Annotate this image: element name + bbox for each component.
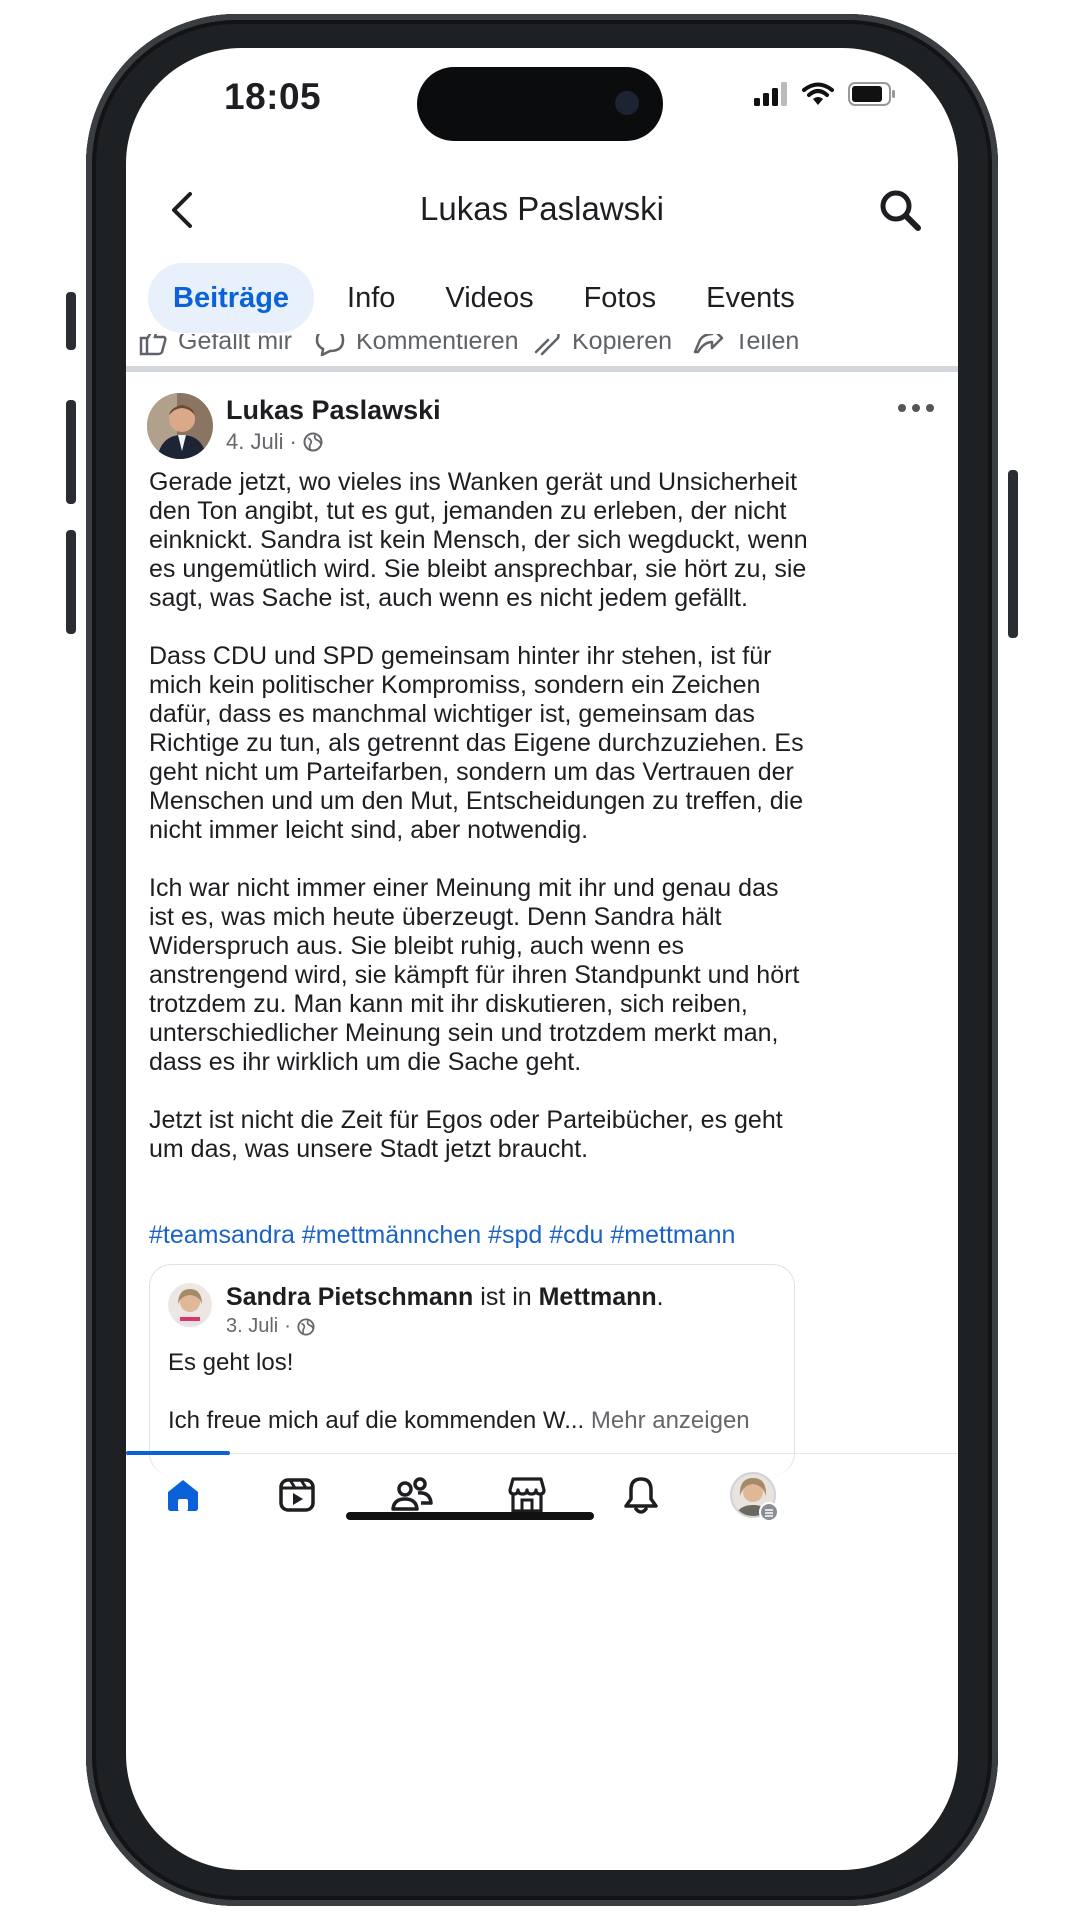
search-icon	[880, 190, 921, 231]
previous-post-action-bar: Gefällt mir Kommentieren Kopieren Teilen	[126, 334, 958, 364]
bottom-nav	[126, 1456, 958, 1546]
shared-date[interactable]: 3. Juli	[226, 1315, 278, 1338]
friends-icon	[391, 1477, 433, 1511]
volume-down-button	[66, 530, 76, 634]
like-action[interactable]: Gefällt mir	[138, 334, 292, 356]
active-tab-indicator	[126, 1451, 230, 1455]
copy-action[interactable]: Kopieren	[532, 334, 672, 356]
power-button	[1008, 470, 1018, 638]
shared-separator: ·	[284, 1315, 291, 1337]
battery-icon	[848, 82, 895, 106]
shared-text-truncated: Ich freue mich auf die kommenden W...	[168, 1407, 585, 1434]
share-icon	[693, 334, 724, 354]
page-title: Lukas Paslawski	[420, 190, 664, 227]
comment-action[interactable]: Kommentieren	[314, 334, 519, 356]
shared-location-suffix: .	[656, 1283, 664, 1311]
globe-icon	[297, 1317, 315, 1336]
search-button[interactable]	[876, 186, 924, 234]
post-hashtags[interactable]: #teamsandra #mettmännchen #spd #cdu #met…	[149, 1221, 735, 1250]
bell-icon	[624, 1477, 658, 1514]
more-dot-icon	[898, 404, 906, 412]
post-paragraph: Ich war nicht immer einer Meinung mit ih…	[149, 874, 800, 1076]
post-divider	[126, 366, 958, 372]
home-indicator	[346, 1512, 594, 1520]
home-icon	[168, 1480, 198, 1511]
post-author[interactable]: Lukas Paslawski	[226, 395, 441, 426]
post-body: Gerade jetzt, wo vieles ins Wanken gerät…	[149, 468, 809, 1193]
shared-connector: ist in	[473, 1283, 539, 1311]
more-dot-icon	[926, 404, 934, 412]
post-paragraph: Dass CDU und SPD gemeinsam hinter ihr st…	[149, 642, 804, 844]
shared-author-avatar[interactable]	[168, 1283, 212, 1327]
post-paragraph: Gerade jetzt, wo vieles ins Wanken gerät…	[149, 468, 808, 612]
thumbs-up-icon	[139, 334, 167, 356]
show-more-link[interactable]: Mehr anzeigen	[591, 1407, 750, 1434]
mute-switch	[66, 292, 76, 350]
author-avatar[interactable]	[147, 393, 213, 459]
more-options-button[interactable]	[898, 400, 934, 416]
copy-icon	[534, 334, 560, 356]
share-label: Teilen	[734, 334, 800, 355]
profile-tabs: Beiträge Info Videos Fotos Events	[148, 262, 820, 334]
shared-post-meta: 3. Juli ·	[226, 1315, 315, 1338]
post-date[interactable]: 4. Juli	[226, 429, 283, 455]
nav-video[interactable]	[272, 1470, 322, 1520]
nav-profile[interactable]	[728, 1470, 782, 1524]
comment-label: Kommentieren	[356, 334, 519, 355]
volume-up-button	[66, 400, 76, 504]
meta-separator: ·	[289, 429, 297, 454]
post-meta: 4. Juli ·	[226, 429, 323, 455]
copy-label: Kopieren	[572, 334, 673, 355]
shared-post-card[interactable]: Sandra Pietschmann ist in Mettmann. 3. J…	[149, 1264, 795, 1475]
nav-home[interactable]	[158, 1470, 208, 1520]
globe-icon	[303, 432, 323, 452]
nav-notifications[interactable]	[616, 1470, 666, 1520]
wifi-icon	[802, 82, 834, 105]
page-header: Lukas Paslawski	[126, 160, 958, 260]
post-paragraph: Jetzt ist nicht die Zeit für Egos oder P…	[149, 1106, 783, 1163]
status-time: 18:05	[224, 76, 322, 117]
profile-avatar	[730, 1472, 779, 1522]
more-dot-icon	[912, 404, 920, 412]
tab-info[interactable]: Info	[322, 263, 420, 333]
shared-post-header: Sandra Pietschmann ist in Mettmann.	[226, 1283, 664, 1312]
shared-author-name[interactable]: Sandra Pietschmann	[226, 1283, 473, 1311]
status-icons	[754, 82, 896, 106]
tab-videos[interactable]: Videos	[420, 263, 558, 333]
tab-events[interactable]: Events	[681, 263, 820, 333]
video-icon	[279, 1478, 315, 1512]
shared-text-preview: Ich freue mich auf die kommenden W... Me…	[168, 1407, 750, 1435]
bottom-nav-border	[126, 1453, 958, 1454]
phone-screen: 18:05 Lukas Paslawski Beiträge Info Vide…	[126, 48, 958, 1870]
share-action[interactable]: Teilen	[692, 334, 799, 356]
tab-fotos[interactable]: Fotos	[559, 263, 682, 333]
comment-icon	[315, 334, 345, 356]
shared-text-line: Es geht los!	[168, 1349, 294, 1376]
marketplace-icon	[508, 1477, 546, 1513]
tab-beitraege[interactable]: Beiträge	[148, 263, 315, 333]
like-label: Gefällt mir	[178, 334, 292, 355]
shared-location[interactable]: Mettmann	[539, 1283, 657, 1311]
dynamic-island	[417, 67, 663, 141]
signal-icon	[754, 82, 787, 106]
